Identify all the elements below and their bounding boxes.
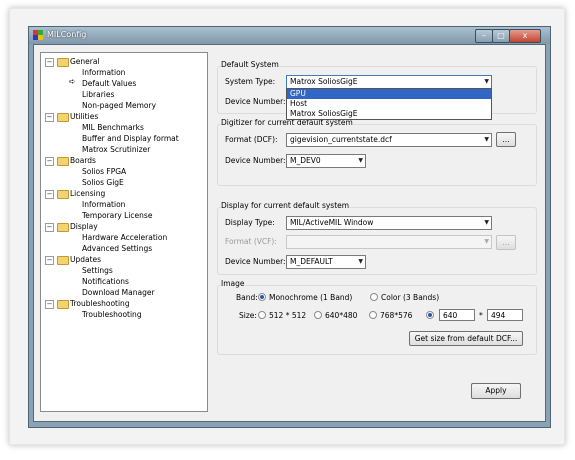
dcf-format-select[interactable]: gigevision_currentstate.dcf ▼ [286, 133, 492, 147]
tree-item-hardware-acceleration[interactable]: Hardware Acceleration [82, 232, 167, 243]
tree-item-licensing[interactable]: Licensing [70, 188, 105, 199]
tree-item-troubleshooting[interactable]: Troubleshooting [82, 309, 142, 320]
size-640-radio[interactable] [314, 311, 322, 319]
tree-item-solios-gige[interactable]: Solios GigE [82, 177, 124, 188]
tree-item-libraries[interactable]: Libraries [82, 89, 114, 100]
band-color-label[interactable]: Color (3 Bands) [381, 293, 439, 302]
digitizer-device-number-label: Device Number: [225, 156, 286, 165]
size-512-radio[interactable] [258, 311, 266, 319]
tree-item-notifications[interactable]: Notifications [82, 276, 129, 287]
client-area: − General Information ➪ Default Values L… [33, 44, 546, 422]
collapse-toggle[interactable]: − [45, 223, 54, 232]
title-bar[interactable]: MILConfig – □ x [29, 27, 550, 44]
size-times-sign: * [479, 311, 483, 320]
tree-item-general[interactable]: General [70, 56, 100, 67]
size-custom-radio[interactable] [426, 311, 434, 319]
current-page-arrow-icon: ➪ [69, 77, 76, 86]
window-title: MILConfig [47, 30, 87, 39]
tree-item-temporary-license[interactable]: Temporary License [82, 210, 152, 221]
tree-item-advanced-settings[interactable]: Advanced Settings [82, 243, 152, 254]
dropdown-arrow-icon: ▼ [358, 258, 363, 265]
folder-icon [57, 58, 69, 67]
display-device-number-select[interactable]: M_DEFAULT ▼ [286, 255, 366, 269]
tree-item-non-paged-memory[interactable]: Non-paged Memory [82, 100, 156, 111]
vcf-format-label: Format (VCF): [225, 237, 277, 246]
folder-icon [57, 300, 69, 309]
display-device-number-label: Device Number: [225, 257, 286, 266]
dropdown-option-matrox-soliosgige[interactable]: Matrox SoliosGigE [287, 109, 491, 119]
device-number-label: Device Number: [225, 97, 286, 106]
image-height-input[interactable]: 494 [487, 309, 523, 321]
band-label: Band: [236, 293, 258, 302]
dropdown-arrow-icon: ▼ [484, 136, 489, 143]
maximize-button[interactable]: □ [492, 29, 510, 43]
system-type-select[interactable]: Matrox SoliosGigE ▼ [286, 75, 492, 89]
dcf-format-value: gigevision_currentstate.dcf [290, 135, 392, 144]
system-type-dropdown-list[interactable]: GPU Host Matrox SoliosGigE [286, 88, 492, 120]
dropdown-arrow-icon: ▼ [358, 157, 363, 164]
tree-item-download-manager[interactable]: Download Manager [82, 287, 155, 298]
dropdown-option-host[interactable]: Host [287, 99, 491, 109]
tree-item-default-values[interactable]: Default Values [82, 78, 136, 89]
tree-item-update-settings[interactable]: Settings [82, 265, 113, 276]
size-label: Size: [239, 311, 257, 320]
size-768-radio[interactable] [369, 311, 377, 319]
size-512-label[interactable]: 512 * 512 [269, 311, 306, 320]
tree-item-updates[interactable]: Updates [70, 254, 101, 265]
minimize-button[interactable]: – [475, 29, 493, 43]
band-mono-label[interactable]: Monochrome (1 Band) [269, 293, 352, 302]
collapse-toggle[interactable]: − [45, 157, 54, 166]
folder-icon [57, 223, 69, 232]
apply-button[interactable]: Apply [471, 383, 521, 399]
tree-item-solios-fpga[interactable]: Solios FPGA [82, 166, 126, 177]
image-label: Image [221, 279, 245, 288]
folder-icon [57, 256, 69, 265]
tree-item-utilities[interactable]: Utilities [70, 111, 98, 122]
app-icon [33, 30, 43, 40]
close-button[interactable]: x [509, 29, 541, 43]
collapse-toggle[interactable]: − [45, 190, 54, 199]
folder-icon [57, 113, 69, 122]
folder-icon [57, 157, 69, 166]
tree-item-matrox-scrutinizer[interactable]: Matrox Scrutinizer [82, 144, 150, 155]
collapse-toggle[interactable]: − [45, 58, 54, 67]
collapse-toggle[interactable]: − [45, 113, 54, 122]
dropdown-arrow-icon: ▼ [484, 238, 489, 245]
display-device-number-value: M_DEFAULT [290, 257, 333, 266]
display-type-value: MIL/ActiveMIL Window [290, 218, 374, 227]
band-color-radio[interactable] [370, 293, 378, 301]
tree-item-troubleshooting-group[interactable]: Troubleshooting [70, 298, 130, 309]
digitizer-device-number-value: M_DEV0 [290, 156, 321, 165]
image-width-input[interactable]: 640 [439, 309, 475, 321]
vcf-browse-button[interactable]: ... [496, 235, 516, 250]
dcf-format-label: Format (DCF): [225, 135, 278, 144]
dropdown-arrow-icon: ▼ [484, 78, 489, 85]
band-mono-radio[interactable] [258, 293, 266, 301]
tree-item-information[interactable]: Information [82, 67, 125, 78]
collapse-toggle[interactable]: − [45, 300, 54, 309]
folder-icon [57, 190, 69, 199]
tree-item-license-information[interactable]: Information [82, 199, 125, 210]
tree-item-buffer-display-format[interactable]: Buffer and Display format [82, 133, 179, 144]
system-type-label: System Type: [225, 77, 276, 86]
size-640-label[interactable]: 640*480 [325, 311, 357, 320]
dcf-browse-button[interactable]: ... [496, 132, 516, 147]
dropdown-arrow-icon: ▼ [484, 219, 489, 226]
size-768-label[interactable]: 768*576 [380, 311, 412, 320]
digitizer-device-number-select[interactable]: M_DEV0 ▼ [286, 154, 366, 168]
vcf-format-select[interactable]: ▼ [286, 235, 492, 249]
display-label: Display for current default system [221, 201, 350, 210]
tree-item-mil-benchmarks[interactable]: MIL Benchmarks [82, 122, 144, 133]
get-size-from-dcf-button[interactable]: Get size from default DCF... [409, 331, 523, 346]
milconfig-window: MILConfig – □ x − General Information ➪ … [28, 26, 551, 428]
tree-item-boards[interactable]: Boards [70, 155, 96, 166]
dropdown-option-gpu[interactable]: GPU [287, 89, 491, 99]
display-type-select[interactable]: MIL/ActiveMIL Window ▼ [286, 216, 492, 230]
tree-item-display[interactable]: Display [70, 221, 98, 232]
settings-tree[interactable]: − General Information ➪ Default Values L… [40, 52, 208, 412]
system-type-value: Matrox SoliosGigE [290, 77, 358, 86]
collapse-toggle[interactable]: − [45, 256, 54, 265]
default-system-label: Default System [221, 60, 279, 69]
display-type-label: Display Type: [225, 218, 275, 227]
